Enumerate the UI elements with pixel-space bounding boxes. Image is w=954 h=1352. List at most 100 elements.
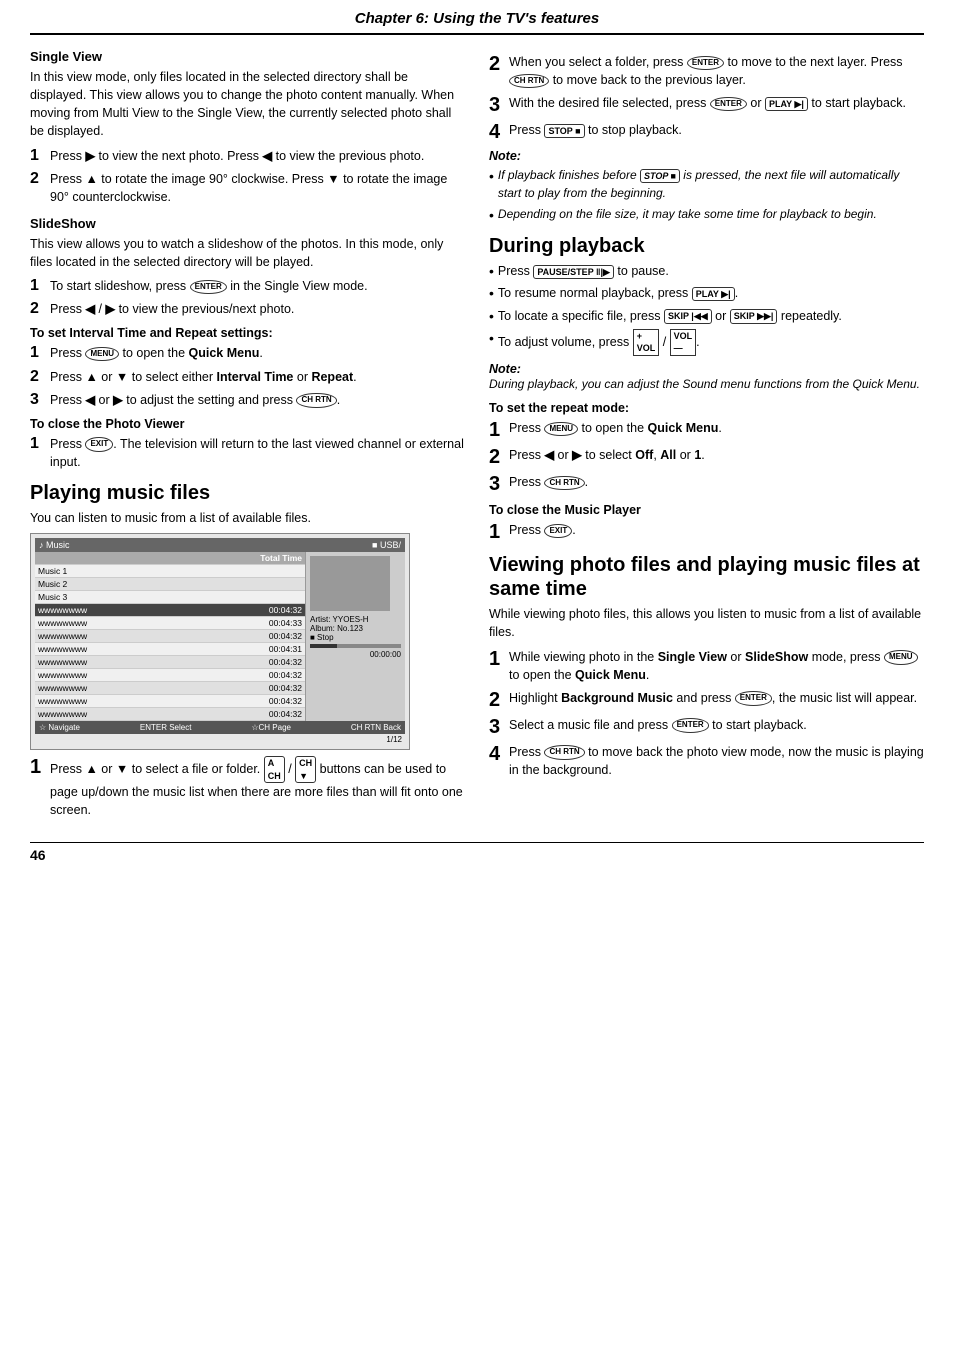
step-text: To start slideshow, press ENTER in the S…: [50, 277, 465, 295]
step-number: 2: [489, 689, 503, 711]
step-item: 3 Select a music file and press ENTER to…: [489, 716, 924, 738]
single-view-title: Single View: [30, 49, 465, 64]
page-number: 46: [30, 842, 924, 863]
step-number: 4: [489, 743, 503, 765]
single-view-body: In this view mode, only files located in…: [30, 68, 465, 141]
bullet-item: • To adjust volume, press +VOL / VOL—.: [489, 329, 924, 356]
mp-row-time: 00:04:32: [214, 696, 302, 706]
note-text: Depending on the file size, it may take …: [498, 206, 877, 224]
chrtn-key-icon: CH RTN: [296, 393, 336, 407]
mp-col-header: Total Time: [35, 552, 305, 565]
mp-row-name: Music 3: [38, 592, 214, 602]
step-text: Press ▶ to view the next photo. Press ◀ …: [50, 147, 465, 165]
step-text: Press CH RTN to move back the photo view…: [509, 743, 924, 779]
note-label-1: Note:: [489, 149, 924, 163]
mp-row-time: [214, 592, 302, 602]
stop-key-icon: STOP ■: [544, 124, 584, 139]
step-item: 2 Press ▲ to rotate the image 90° clockw…: [30, 170, 465, 206]
left-column: Single View In this view mode, only file…: [30, 49, 465, 826]
music-player-screenshot: ♪ Music ■ USB/ Total Time Music 1 Music …: [30, 533, 410, 750]
vol-down-key-icon: VOL—: [670, 329, 697, 356]
mp-row-time: 00:04:32: [214, 631, 302, 641]
during-playback-bullets: • Press PAUSE/STEP ‖|▶ to pause. • To re…: [489, 262, 924, 356]
step-number: 2: [489, 446, 503, 468]
list-item: wwwwwwww 00:04:32: [35, 669, 305, 682]
step-number: 2: [30, 300, 44, 318]
step-text: Highlight Background Music and press ENT…: [509, 689, 924, 707]
bullet-dot: •: [489, 329, 494, 356]
step-item: 1 Press MENU to open the Quick Menu.: [30, 344, 465, 362]
mp-row-time: 00:04:32: [214, 657, 302, 667]
stop-key-icon: STOP ■: [640, 169, 680, 184]
step-item: 1 Press EXIT. The television will return…: [30, 435, 465, 471]
step-item: 2 Highlight Background Music and press E…: [489, 689, 924, 711]
mp-row-music2: Music 2: [35, 578, 305, 591]
step-text: While viewing photo in the Single View o…: [509, 648, 924, 684]
bullet-text: To locate a specific file, press SKIP |◀…: [498, 307, 924, 325]
enter-key-icon: ENTER: [735, 691, 772, 705]
close-photo-steps: 1 Press EXIT. The television will return…: [30, 435, 465, 471]
viewing-photo-music-title: Viewing photo files and playing music fi…: [489, 553, 924, 601]
repeat-mode-steps: 1 Press MENU to open the Quick Menu. 2 P…: [489, 419, 924, 495]
viewing-photo-music-steps: 1 While viewing photo in the Single View…: [489, 648, 924, 780]
note-block-2: Note: During playback, you can adjust th…: [489, 362, 924, 393]
mp-row-time: 00:04:32: [214, 709, 302, 719]
step-number: 4: [489, 121, 503, 143]
bullet-dot: •: [489, 262, 494, 280]
chapter-title: Chapter 6: Using the TV's features: [355, 10, 599, 27]
mp-back-label: CH RTN Back: [351, 723, 401, 732]
step-item: 4 Press STOP ■ to stop playback.: [489, 121, 924, 143]
viewing-photo-music-body: While viewing photo files, this allows y…: [489, 605, 924, 641]
step-number: 3: [489, 94, 503, 116]
slideshow-body: This view allows you to watch a slidesho…: [30, 235, 465, 271]
mp-row-name: Music 2: [38, 579, 214, 589]
note-bullet-item: • Depending on the file size, it may tak…: [489, 206, 924, 224]
chrtn-key-icon: CH RTN: [509, 74, 549, 88]
mp-album-art: [310, 556, 390, 611]
vol-up-key-icon: +VOL: [633, 329, 660, 356]
mp-header-bar: ♪ Music ■ USB/: [35, 538, 405, 552]
chv-key-icon: CH▼: [295, 756, 316, 783]
bullet-dot: •: [489, 284, 494, 302]
exit-key-icon: EXIT: [544, 524, 572, 538]
chrtn-key-icon: CH RTN: [544, 476, 584, 490]
play-key-icon: PLAY ▶|: [692, 287, 735, 302]
step-number: 1: [489, 648, 503, 670]
mp-row-music1: Music 1: [35, 565, 305, 578]
mp-row-name: wwwwwwww: [38, 605, 214, 615]
mp-row-time: 00:04:33: [214, 618, 302, 628]
mp-album: Album: No.123: [310, 624, 401, 633]
step-number: 1: [30, 147, 44, 165]
playing-music-body: You can listen to music from a list of a…: [30, 509, 465, 527]
step-item: 2 Press ◀ / ▶ to view the previous/next …: [30, 300, 465, 318]
during-playback-title: During playback: [489, 234, 924, 258]
note-text-2: During playback, you can adjust the Soun…: [489, 376, 924, 393]
mp-row-time: 00:04:31: [214, 644, 302, 654]
menu-key-icon: MENU: [544, 422, 578, 436]
note-bullet-item: • If playback finishes before STOP ■ is …: [489, 167, 924, 202]
list-item: wwwwwwww 00:04:32: [35, 630, 305, 643]
list-item: wwwwwwww 00:04:32: [35, 656, 305, 669]
chrtn-key-icon: CH RTN: [544, 745, 584, 759]
close-photo-title: To close the Photo Viewer: [30, 417, 465, 431]
music-step1: 1 Press ▲ or ▼ to select a file or folde…: [30, 756, 465, 819]
mp-row-name: wwwwwwww: [38, 631, 214, 641]
step-text: Press MENU to open the Quick Menu.: [509, 419, 924, 437]
step-text: When you select a folder, press ENTER to…: [509, 53, 924, 89]
step-text: Press EXIT. The television will return t…: [50, 435, 465, 471]
mp-time-display: 00:00:00: [310, 650, 401, 659]
interval-steps: 1 Press MENU to open the Quick Menu. 2 P…: [30, 344, 465, 408]
mp-row-name: Music 1: [38, 566, 214, 576]
chapter-header: Chapter 6: Using the TV's features: [30, 10, 924, 35]
step-item: 1 Press ▶ to view the next photo. Press …: [30, 147, 465, 165]
step-number: 1: [489, 419, 503, 441]
step-item: 1 Press EXIT.: [489, 521, 924, 543]
step-number: 1: [30, 435, 44, 453]
enter-key-icon: ENTER: [672, 718, 709, 732]
step-text: With the desired file selected, press EN…: [509, 94, 924, 112]
mp-row-name: wwwwwwww: [38, 618, 214, 628]
step-number: 3: [489, 473, 503, 495]
step-item: 1 Press ▲ or ▼ to select a file or folde…: [30, 756, 465, 819]
mp-row-name: wwwwwwww: [38, 670, 214, 680]
step-number: 1: [489, 521, 503, 543]
